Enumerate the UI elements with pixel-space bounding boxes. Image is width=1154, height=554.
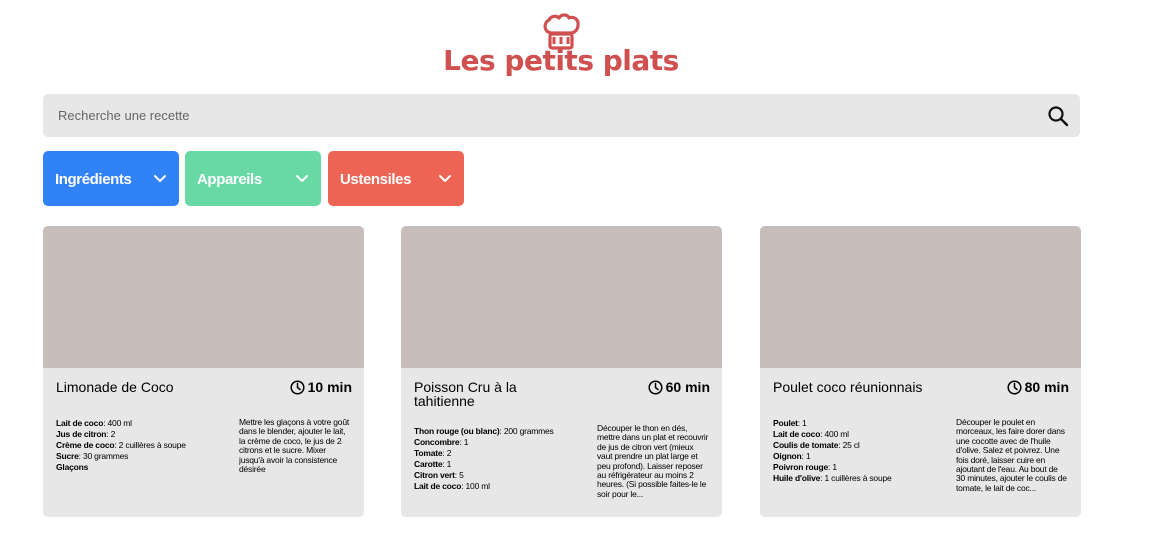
ingredient-item: Lait de coco: 400 ml: [56, 418, 132, 428]
recipe-time: 60 min: [648, 379, 710, 395]
ingredient-item: Crème de coco: 2 cuillères à soupe: [56, 440, 186, 450]
recipe-time: 80 min: [1007, 379, 1069, 395]
recipe-time: 10 min: [290, 379, 352, 395]
recipe-description: Mettre les glaçons à votre goût dans le …: [239, 418, 350, 475]
filter-ingredients-label: Ingrédients: [55, 171, 132, 188]
clock-icon: [290, 379, 305, 395]
search-icon[interactable]: [1047, 105, 1069, 127]
ingredient-item: Jus de citron: 2: [56, 429, 116, 439]
recipe-name: Poulet coco réunionnais: [773, 379, 923, 395]
filter-appliances-button[interactable]: Appareils: [185, 151, 321, 206]
search-input[interactable]: [43, 94, 1033, 137]
filter-appliances-label: Appareils: [197, 171, 262, 188]
ingredient-item: Glaçons: [56, 462, 89, 472]
recipe-card[interactable]: Poulet coco réunionnais 80 min Poulet: 1…: [760, 226, 1081, 517]
recipe-card[interactable]: Poisson Cru à la tahitienne 60 min Thon …: [401, 226, 722, 517]
ingredient-item: Huile d'olive: 1 cuillères à soupe: [773, 473, 892, 483]
recipe-card[interactable]: Limonade de Coco 10 min Lait de coco: 40…: [43, 226, 364, 517]
site-title: Les petits plats: [443, 44, 679, 77]
ingredient-item: Tomate: 2: [414, 448, 452, 458]
filter-ingredients-button[interactable]: Ingrédients: [43, 151, 179, 206]
filter-utensils-button[interactable]: Ustensiles: [328, 151, 464, 206]
recipe-time-value: 10 min: [307, 379, 352, 395]
clock-icon: [648, 379, 663, 395]
ingredient-item: Coulis de tomate: 25 cl: [773, 440, 860, 450]
ingredient-item: Lait de coco: 100 ml: [414, 481, 490, 491]
ingredient-list: Lait de coco: 400 ml Jus de citron: 2 Cr…: [56, 418, 226, 473]
ingredient-item: Oignon: 1: [773, 451, 811, 461]
recipe-name: Limonade de Coco: [56, 379, 174, 395]
ingredient-item: Concombre: 1: [414, 437, 469, 447]
ingredient-item: Lait de coco: 400 ml: [773, 429, 849, 439]
recipe-name: Poisson Cru à la tahitienne: [414, 379, 517, 409]
ingredient-item: Sucre: 30 grammes: [56, 451, 129, 461]
recipe-time-value: 80 min: [1024, 379, 1069, 395]
chevron-down-icon: [296, 175, 308, 182]
ingredient-item: Citron vert: 5: [414, 470, 464, 480]
chevron-down-icon: [439, 175, 451, 182]
recipe-image-placeholder: [43, 226, 364, 368]
ingredient-item: Thon rouge (ou blanc): 200 grammes: [414, 426, 554, 436]
chevron-down-icon: [154, 175, 166, 182]
recipe-image-placeholder: [760, 226, 1081, 368]
search-bar: [43, 94, 1080, 137]
filter-utensils-label: Ustensiles: [340, 171, 412, 188]
ingredient-item: Poivron rouge: 1: [773, 462, 837, 472]
recipe-image-placeholder: [401, 226, 722, 368]
recipe-description: Découper le poulet en morceaux, les fair…: [956, 418, 1067, 493]
ingredient-list: Poulet: 1 Lait de coco: 400 ml Coulis de…: [773, 418, 943, 484]
ingredient-item: Carotte: 1: [414, 459, 452, 469]
recipe-time-value: 60 min: [665, 379, 710, 395]
clock-icon: [1007, 379, 1022, 395]
header: Les petits plats: [0, 0, 1154, 90]
ingredient-list: Thon rouge (ou blanc): 200 grammes Conco…: [414, 426, 584, 492]
recipe-description: Découper le thon en dés, mettre dans un …: [597, 424, 709, 499]
ingredient-item: Poulet: 1: [773, 418, 807, 428]
